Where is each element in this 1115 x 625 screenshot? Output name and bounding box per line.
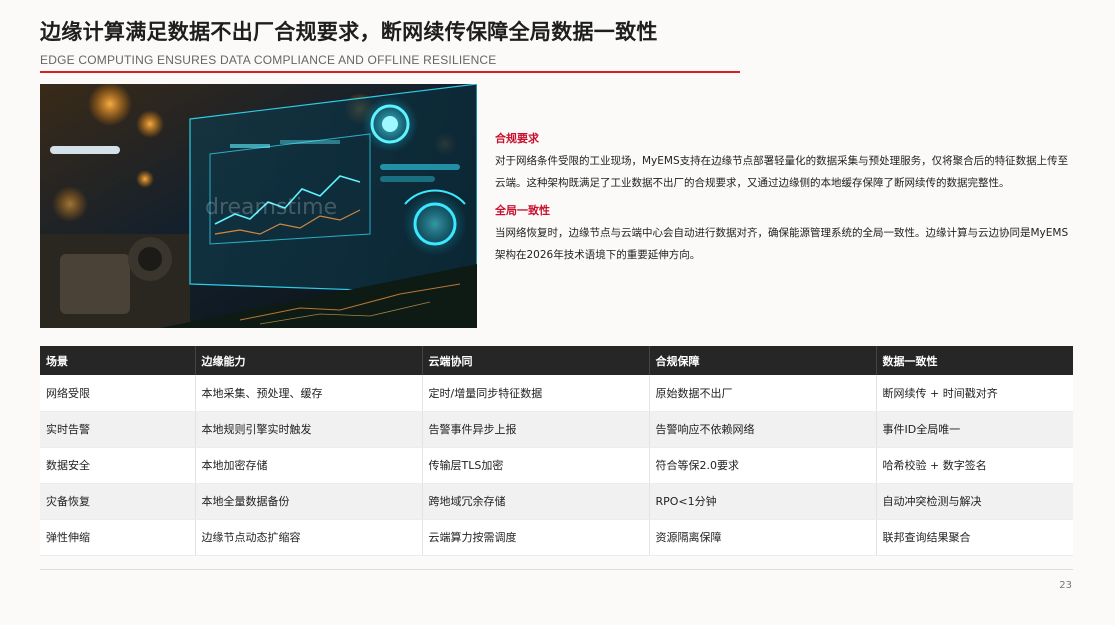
table-cell: 传输层TLS加密: [422, 447, 650, 484]
table-cell: 哈希校验 + 数字签名: [876, 447, 1073, 484]
table-row: 网络受限 本地采集、预处理、缓存 定时/增量同步特征数据 原始数据不出厂 断网续…: [40, 375, 1073, 412]
section-heading: 全局一致性: [495, 204, 550, 217]
table-cell: 云端算力按需调度: [422, 519, 650, 556]
table-row: 实时告警 本地规则引擎实时触发 告警事件异步上报 告警响应不依赖网络 事件ID全…: [40, 411, 1073, 448]
title-underline: [40, 71, 740, 73]
table-row: 灾备恢复 本地全量数据备份 跨地域冗余存储 RPO<1分钟 自动冲突检测与解决: [40, 483, 1073, 520]
table-cell: 边缘节点动态扩缩容: [195, 519, 423, 556]
table-cell: 断网续传 + 时间戳对齐: [876, 375, 1073, 412]
section-heading: 合规要求: [495, 132, 539, 145]
page-title: 边缘计算满足数据不出厂合规要求，断网续传保障全局数据一致性: [40, 20, 658, 44]
column-header: 边缘能力: [195, 346, 423, 375]
table-cell: 实时告警: [40, 411, 196, 448]
table-cell: 自动冲突检测与解决: [876, 483, 1073, 520]
footer-divider: [40, 569, 1073, 570]
table-cell: 本地加密存储: [195, 447, 423, 484]
table-cell: 本地全量数据备份: [195, 483, 423, 520]
table-cell: 资源隔离保障: [649, 519, 877, 556]
table-cell: 告警响应不依赖网络: [649, 411, 877, 448]
table-cell: 事件ID全局唯一: [876, 411, 1073, 448]
section-compliance: 合规要求 对于网络条件受限的工业现场，MyEMS支持在边缘节点部署轻量化的数据采…: [495, 130, 1075, 194]
description-block: 合规要求 对于网络条件受限的工业现场，MyEMS支持在边缘节点部署轻量化的数据采…: [495, 130, 1075, 274]
page-subtitle: EDGE COMPUTING ENSURES DATA COMPLIANCE A…: [40, 53, 497, 67]
table-cell: 定时/增量同步特征数据: [422, 375, 650, 412]
table-cell: 跨地域冗余存储: [422, 483, 650, 520]
table-cell: 告警事件异步上报: [422, 411, 650, 448]
table-cell: 本地采集、预处理、缓存: [195, 375, 423, 412]
table-cell: 原始数据不出厂: [649, 375, 877, 412]
hero-image: dreamstime: [40, 84, 477, 328]
page-number: 23: [1059, 580, 1072, 591]
table-header-row: 场景 边缘能力 云端协同 合规保障 数据一致性: [40, 346, 1073, 375]
column-header: 合规保障: [649, 346, 877, 375]
table-cell: 弹性伸缩: [40, 519, 196, 556]
table-cell: 符合等保2.0要求: [649, 447, 877, 484]
table-row: 数据安全 本地加密存储 传输层TLS加密 符合等保2.0要求 哈希校验 + 数字…: [40, 447, 1073, 484]
column-header: 云端协同: [422, 346, 650, 375]
column-header: 场景: [40, 346, 196, 375]
table-cell: 本地规则引擎实时触发: [195, 411, 423, 448]
column-header: 数据一致性: [876, 346, 1073, 375]
table-cell: 数据安全: [40, 447, 196, 484]
table-cell: 联邦查询结果聚合: [876, 519, 1073, 556]
section-consistency: 全局一致性 当网络恢复时，边缘节点与云端中心会自动进行数据对齐，确保能源管理系统…: [495, 202, 1075, 266]
table-row: 弹性伸缩 边缘节点动态扩缩容 云端算力按需调度 资源隔离保障 联邦查询结果聚合: [40, 519, 1073, 556]
watermark-text: dreamstime: [205, 195, 337, 220]
table-cell: 灾备恢复: [40, 483, 196, 520]
section-body: 对于网络条件受限的工业现场，MyEMS支持在边缘节点部署轻量化的数据采集与预处理…: [495, 155, 1069, 189]
section-body: 当网络恢复时，边缘节点与云端中心会自动进行数据对齐，确保能源管理系统的全局一致性…: [495, 227, 1069, 261]
table-cell: RPO<1分钟: [649, 483, 877, 520]
table-cell: 网络受限: [40, 375, 196, 412]
capability-table: 场景 边缘能力 云端协同 合规保障 数据一致性 网络受限 本地采集、预处理、缓存…: [40, 346, 1073, 556]
